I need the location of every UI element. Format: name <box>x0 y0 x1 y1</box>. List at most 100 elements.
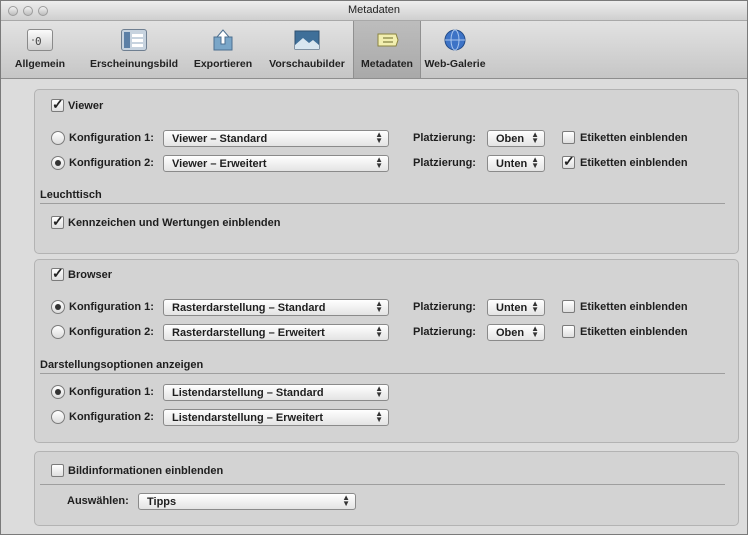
viewer-placement-1-label: Platzierung: <box>413 132 476 144</box>
viewer-config-2-radio[interactable] <box>51 156 65 170</box>
export-icon <box>210 29 236 51</box>
viewer-config-1-radio[interactable] <box>51 131 65 145</box>
radio-selected-dot <box>55 304 61 310</box>
browser-placement-1-select[interactable]: Unten ▲ ▼ <box>487 299 545 316</box>
select-value: Oben <box>496 133 525 145</box>
list-config-1-select[interactable]: Listendarstellung – Standard ▲ ▼ <box>163 384 389 401</box>
preferences-window: Metadaten 0 Allgemein Erscheinungsbild E… <box>0 0 748 535</box>
tab-label: Exportieren <box>193 58 253 70</box>
check-mark-icon: ✓ <box>563 153 575 169</box>
viewer-placement-2-label: Platzierung: <box>413 157 476 169</box>
viewer-checkbox[interactable]: ✓ <box>51 96 64 112</box>
preferences-content: ✓ Viewer Konfiguration 1: Viewer – Stand… <box>1 79 747 534</box>
metadata-icon <box>374 29 400 51</box>
list-config-2-select[interactable]: Listendarstellung – Erweitert ▲ ▼ <box>163 409 389 426</box>
browser-config-1-label: Konfiguration 1: <box>69 301 154 313</box>
browser-placement-1-label: Platzierung: <box>413 301 476 313</box>
imageinfo-checkbox[interactable] <box>51 464 64 477</box>
divider <box>40 203 725 204</box>
tab-erscheinungsbild[interactable]: Erscheinungsbild <box>87 21 181 78</box>
select-arrows-icon: ▲ ▼ <box>375 130 383 145</box>
viewer-checkbox-label: Viewer <box>68 100 104 112</box>
viewer-labels-2-label: Etiketten einblenden <box>580 157 688 169</box>
viewer-labels-1-label: Etiketten einblenden <box>580 132 688 144</box>
check-mark-icon: ✓ <box>52 96 64 112</box>
browser-checkbox[interactable]: ✓ <box>51 265 64 281</box>
browser-group: ✓ Browser Konfiguration 1: Rasterdarstel… <box>34 259 739 443</box>
imageinfo-select-label: Auswählen: <box>67 495 129 507</box>
viewer-config-1-label: Konfiguration 1: <box>69 132 154 144</box>
tab-metadaten[interactable]: Metadaten <box>353 21 421 78</box>
check-mark-icon: ✓ <box>52 213 64 229</box>
title-bar: Metadaten <box>1 1 747 21</box>
viewer-placement-2-select[interactable]: Unten ▲ ▼ <box>487 155 545 172</box>
radio-selected-dot <box>55 389 61 395</box>
preferences-toolbar: 0 Allgemein Erscheinungsbild Exportieren… <box>1 21 747 79</box>
check-mark-icon: ✓ <box>52 265 64 281</box>
badges-checkbox[interactable]: ✓ <box>51 213 64 229</box>
tab-label: Erscheinungsbild <box>89 58 179 70</box>
select-value: Listendarstellung – Standard <box>172 387 324 399</box>
select-arrows-icon: ▲ ▼ <box>375 155 383 170</box>
viewer-config-1-select[interactable]: Viewer – Standard ▲ ▼ <box>163 130 389 147</box>
browser-config-1-select[interactable]: Rasterdarstellung – Standard ▲ ▼ <box>163 299 389 316</box>
divider <box>40 373 725 374</box>
select-value: Rasterdarstellung – Standard <box>172 302 326 314</box>
select-value: Tipps <box>147 496 177 508</box>
imageinfo-select[interactable]: Tipps ▲ ▼ <box>138 493 356 510</box>
svg-text:0: 0 <box>35 35 42 48</box>
imageinfo-group: Bildinformationen einblenden Auswählen: … <box>34 451 739 526</box>
select-arrows-icon: ▲ ▼ <box>531 130 539 145</box>
browser-config-1-radio[interactable] <box>51 300 65 314</box>
tab-web-galerie[interactable]: Web-Galerie <box>423 21 487 78</box>
tab-vorschaubilder[interactable]: Vorschaubilder <box>262 21 352 78</box>
viewer-group: ✓ Viewer Konfiguration 1: Viewer – Stand… <box>34 89 739 254</box>
viewer-labels-2-checkbox[interactable]: ✓ <box>562 153 575 169</box>
browser-config-2-label: Konfiguration 2: <box>69 326 154 338</box>
browser-labels-2-checkbox[interactable] <box>562 325 575 338</box>
list-config-1-label: Konfiguration 1: <box>69 386 154 398</box>
browser-labels-1-checkbox[interactable] <box>562 300 575 313</box>
browser-labels-2-label: Etiketten einblenden <box>580 326 688 338</box>
select-arrows-icon: ▲ ▼ <box>342 493 350 508</box>
imageinfo-checkbox-label: Bildinformationen einblenden <box>68 465 224 477</box>
list-config-1-radio[interactable] <box>51 385 65 399</box>
viewer-labels-1-checkbox[interactable] <box>562 131 575 144</box>
select-value: Viewer – Erweitert <box>172 158 267 170</box>
browser-placement-2-select[interactable]: Oben ▲ ▼ <box>487 324 545 341</box>
display-options-heading: Darstellungsoptionen anzeigen <box>40 359 204 371</box>
general-settings-icon: 0 <box>27 29 53 51</box>
select-arrows-icon: ▲ ▼ <box>375 409 383 424</box>
window-title: Metadaten <box>348 4 400 16</box>
lighttable-heading: Leuchttisch <box>40 189 102 201</box>
select-arrows-icon: ▲ ▼ <box>531 155 539 170</box>
tab-label: Metadaten <box>361 58 413 70</box>
select-arrows-icon: ▲ ▼ <box>375 384 383 399</box>
tab-exportieren[interactable]: Exportieren <box>187 21 259 78</box>
list-config-2-label: Konfiguration 2: <box>69 411 154 423</box>
select-arrows-icon: ▲ ▼ <box>375 324 383 339</box>
select-value: Listendarstellung – Erweitert <box>172 412 323 424</box>
radio-selected-dot <box>55 160 61 166</box>
divider <box>40 484 725 485</box>
viewer-config-2-select[interactable]: Viewer – Erweitert ▲ ▼ <box>163 155 389 172</box>
previews-icon <box>294 29 320 51</box>
browser-config-2-radio[interactable] <box>51 325 65 339</box>
browser-config-2-select[interactable]: Rasterdarstellung – Erweitert ▲ ▼ <box>163 324 389 341</box>
tab-label: Allgemein <box>14 58 66 70</box>
browser-checkbox-label: Browser <box>68 269 113 281</box>
browser-labels-1-label: Etiketten einblenden <box>580 301 688 313</box>
tab-allgemein[interactable]: 0 Allgemein <box>5 21 75 78</box>
badges-label: Kennzeichen und Wertungen einblenden <box>68 217 281 229</box>
appearance-icon <box>121 29 147 51</box>
select-value: Oben <box>496 327 525 339</box>
tab-label: Web-Galerie <box>424 58 486 70</box>
browser-placement-2-label: Platzierung: <box>413 326 476 338</box>
select-arrows-icon: ▲ ▼ <box>531 324 539 339</box>
viewer-placement-1-select[interactable]: Oben ▲ ▼ <box>487 130 545 147</box>
tab-label: Vorschaubilder <box>269 58 345 70</box>
list-config-2-radio[interactable] <box>51 410 65 424</box>
select-value: Viewer – Standard <box>172 133 268 145</box>
viewer-config-2-label: Konfiguration 2: <box>69 157 154 169</box>
select-value: Unten <box>496 158 528 170</box>
